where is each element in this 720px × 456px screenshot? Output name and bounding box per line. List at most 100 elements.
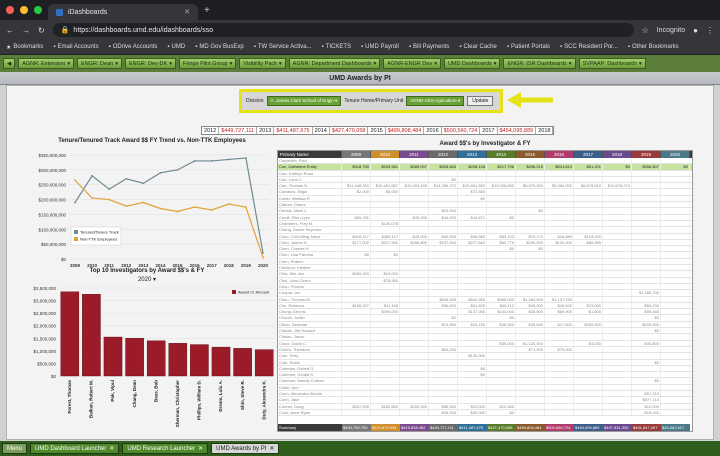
data-point[interactable] xyxy=(108,188,111,191)
data-point[interactable] xyxy=(125,205,128,208)
year-label[interactable]: 2018 xyxy=(536,127,554,134)
bookmark-item[interactable]: ▪ UMD Payroll xyxy=(361,44,399,50)
dashboard-tab[interactable]: UMD Dashboards ▾ xyxy=(443,58,501,69)
data-point[interactable] xyxy=(245,157,247,159)
more-menu-icon[interactable]: ⋮ xyxy=(706,26,714,35)
bar[interactable] xyxy=(233,348,252,377)
data-point[interactable] xyxy=(262,252,264,254)
data-point[interactable] xyxy=(210,209,213,211)
year-label[interactable]: 2015 xyxy=(368,127,386,134)
column-header-year[interactable]: 2014 xyxy=(487,151,516,158)
dashboard-tab[interactable]: AGNR: Department Dashboards ▾ xyxy=(288,58,381,69)
close-icon[interactable]: ✕ xyxy=(198,445,203,452)
browser-tab[interactable]: iDashboards ✕ xyxy=(48,4,198,20)
close-tab-icon[interactable]: ✕ xyxy=(184,8,190,16)
dashboard-tab[interactable]: AGNR-ENGR Dev ▾ xyxy=(383,58,441,69)
taskbar-item[interactable]: UMD Dashboard Launcher ✕ xyxy=(30,443,120,454)
data-point[interactable] xyxy=(176,210,179,213)
bookmark-item[interactable]: ▪ TICKETS xyxy=(322,44,351,50)
bar[interactable] xyxy=(82,294,101,377)
bookmark-item[interactable]: ▪ Clear Cache xyxy=(459,44,497,50)
close-icon[interactable]: ✕ xyxy=(109,445,114,452)
data-point[interactable] xyxy=(227,203,230,205)
dashboard-tab[interactable]: ENGR: Dev-DK ▾ xyxy=(124,58,176,69)
bookmark-item[interactable]: ★ Bookmarks xyxy=(6,44,43,51)
close-icon[interactable]: ✕ xyxy=(269,445,274,452)
bar[interactable] xyxy=(190,344,209,377)
column-header-year[interactable]: 2020 xyxy=(661,151,690,158)
column-header-year[interactable]: 2016 xyxy=(545,151,574,158)
bookmark-item[interactable]: ▪ Other Bookmarks xyxy=(628,44,679,50)
dashboard-tab[interactable]: Fringe Pilot Group ▾ xyxy=(178,58,237,69)
data-point[interactable] xyxy=(125,177,128,180)
bar[interactable] xyxy=(60,291,80,377)
back-icon[interactable]: ← xyxy=(6,26,14,35)
bookmark-item[interactable]: ▪ Bill Payments xyxy=(409,44,450,50)
column-header-year[interactable]: 2011 xyxy=(400,151,429,158)
data-point[interactable] xyxy=(74,201,76,204)
column-header-year[interactable]: 2010 xyxy=(371,151,400,158)
taskbar-item[interactable]: UMD Research Launcher ✕ xyxy=(122,443,209,454)
update-button[interactable]: Update xyxy=(467,96,494,106)
incognito-icon[interactable]: ● xyxy=(693,26,698,35)
close-window-icon[interactable] xyxy=(6,6,14,14)
bookmark-item[interactable]: ▪ Patient Portals xyxy=(507,44,550,50)
column-header-primary-name[interactable]: Primary Name xyxy=(278,151,342,158)
year-label[interactable]: 2014 xyxy=(313,127,330,134)
bar[interactable] xyxy=(254,349,274,377)
column-header-year[interactable]: 2015 xyxy=(516,151,545,158)
data-point[interactable] xyxy=(74,179,76,182)
bookmark-item[interactable]: ▪ ODrive Accounts xyxy=(109,44,158,50)
data-point[interactable] xyxy=(91,197,93,199)
dashboard-tab[interactable]: AGNR: Extension ▾ xyxy=(18,58,75,69)
bookmark-item[interactable]: ▪ SCC Resident Por... xyxy=(560,44,618,50)
data-point[interactable] xyxy=(108,198,111,201)
bar[interactable] xyxy=(211,346,231,377)
bookmark-item[interactable]: ▪ TW Service Activa... xyxy=(254,44,312,50)
bar[interactable] xyxy=(146,340,166,377)
data-point[interactable] xyxy=(91,174,93,177)
data-point[interactable] xyxy=(193,206,196,208)
taskbar-item[interactable]: UMD Awards by PI ✕ xyxy=(211,443,280,454)
data-point[interactable] xyxy=(142,201,145,204)
column-header-year[interactable]: 2013 xyxy=(458,151,487,158)
data-point[interactable] xyxy=(159,171,162,174)
reload-icon[interactable]: ↻ xyxy=(38,26,45,35)
year-label[interactable]: 2016 xyxy=(424,127,442,134)
year-label[interactable]: 2012 xyxy=(202,127,220,134)
url-field[interactable]: 🔒 https://dashboards.umd.edu/idashboards… xyxy=(52,23,634,37)
bookmark-item[interactable]: ▪ UMD xyxy=(167,44,185,50)
column-header-year[interactable]: 2019 xyxy=(632,151,661,158)
data-point[interactable] xyxy=(227,158,230,161)
column-header-year[interactable]: 2017 xyxy=(574,151,603,158)
dashboard-tab[interactable]: ENGR: ISR Dashboards ▾ xyxy=(503,58,576,69)
data-point[interactable] xyxy=(176,168,179,171)
star-icon[interactable]: ☆ xyxy=(642,26,649,35)
dashboard-tab[interactable]: ENGR: Dean ▾ xyxy=(77,58,122,69)
dashboard-tab[interactable]: Visibility Pack ▾ xyxy=(239,58,286,69)
data-point[interactable] xyxy=(210,160,213,162)
division-select[interactable]: A. James Clark School of Engin ▾ xyxy=(266,96,342,106)
dashboard-tab[interactable]: SVPAAP: Dashboards ▾ xyxy=(578,58,646,69)
year-label[interactable]: 2013 xyxy=(257,127,275,134)
bar[interactable] xyxy=(103,336,123,377)
data-point[interactable] xyxy=(245,206,247,208)
maximize-window-icon[interactable] xyxy=(34,6,42,14)
bookmark-item[interactable]: ▪ MD Gov BusExp xyxy=(195,44,244,50)
minimize-window-icon[interactable] xyxy=(20,6,28,14)
data-point[interactable] xyxy=(142,182,145,185)
forward-icon[interactable]: → xyxy=(22,26,30,35)
unit-select[interactable]: AGNR-AES-Agriculture ▾ xyxy=(406,96,465,106)
year-label[interactable]: 2017 xyxy=(480,127,498,134)
bar[interactable] xyxy=(125,338,144,377)
bar[interactable] xyxy=(168,343,188,377)
new-tab-icon[interactable]: + xyxy=(204,5,210,16)
data-point[interactable] xyxy=(262,256,264,259)
column-header-year[interactable]: 2012 xyxy=(429,151,458,158)
scroll-tabs-left-icon[interactable]: ◀ xyxy=(3,58,16,69)
data-point[interactable] xyxy=(159,207,162,210)
table-row[interactable]: Cook, Anne Ryan $96,000 $49,000 $0 $19,040 xyxy=(278,409,692,417)
column-header-year[interactable]: 2009 xyxy=(342,151,371,158)
menu-button[interactable]: Menu xyxy=(2,443,28,454)
bookmark-item[interactable]: ▪ Email Accounts xyxy=(53,44,98,50)
